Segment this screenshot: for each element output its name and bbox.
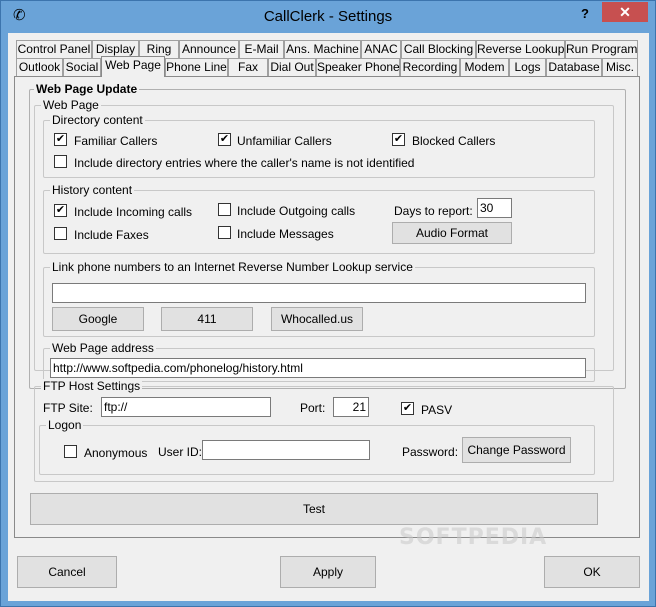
- familiar-callers-checkbox[interactable]: [54, 133, 67, 146]
- unfamiliar-callers-checkbox[interactable]: [218, 133, 231, 146]
- blocked-callers-label: Blocked Callers: [412, 134, 496, 148]
- include-messages-checkbox[interactable]: [218, 226, 231, 239]
- password-label: Password:: [402, 445, 459, 459]
- web-page-address-label: Web Page address: [50, 341, 156, 355]
- directory-content-label: Directory content: [50, 113, 145, 127]
- audio-format-button[interactable]: Audio Format: [392, 222, 512, 244]
- window-title: CallClerk - Settings: [263, 8, 393, 25]
- help-button[interactable]: ?: [576, 5, 594, 23]
- web-page-group: Web Page Directory content Familiar Call…: [34, 98, 614, 382]
- web-page-update-group: Web Page Update Web Page Directory conte…: [29, 82, 626, 525]
- familiar-callers-label: Familiar Callers: [74, 134, 158, 148]
- ftp-port-input[interactable]: 21: [333, 397, 369, 417]
- tab-anac[interactable]: ANAC: [361, 40, 401, 58]
- ftp-host-settings-label: FTP Host Settings: [41, 379, 143, 393]
- tab-dial-out[interactable]: Dial Out: [268, 58, 316, 76]
- tab-outlook[interactable]: Outlook: [16, 58, 63, 76]
- tab-misc[interactable]: Misc.: [602, 58, 638, 76]
- reverse-lookup-group: Link phone numbers to an Internet Revers…: [43, 260, 595, 337]
- include-faxes-checkbox[interactable]: [54, 227, 67, 240]
- directory-content-group: Directory content Familiar Callers Unfam…: [43, 113, 595, 178]
- web-page-panel: Web Page Update Web Page Directory conte…: [14, 76, 640, 550]
- client-area: Control Panel Display Ring Announce E-Ma…: [8, 33, 649, 601]
- anonymous-checkbox[interactable]: [64, 445, 77, 458]
- days-to-report-input[interactable]: 30: [477, 198, 512, 218]
- history-content-label: History content: [50, 183, 135, 197]
- tab-logs[interactable]: Logs: [509, 58, 546, 76]
- days-to-report-label: Days to report:: [394, 204, 473, 218]
- tab-database[interactable]: Database: [546, 58, 602, 76]
- include-faxes-label: Include Faxes: [74, 228, 149, 242]
- blocked-callers-checkbox[interactable]: [392, 133, 405, 146]
- include-unidentified-label: Include directory entries where the call…: [74, 156, 415, 170]
- tab-recording[interactable]: Recording: [400, 58, 460, 76]
- unfamiliar-callers-label: Unfamiliar Callers: [237, 134, 332, 148]
- test-button[interactable]: Test: [30, 493, 598, 525]
- logon-label: Logon: [46, 418, 84, 432]
- ftp-port-label: Port:: [300, 401, 326, 415]
- tab-web-page[interactable]: Web Page: [101, 56, 165, 77]
- 411-button[interactable]: 411: [161, 307, 253, 331]
- settings-window: ✆ CallClerk - Settings ? ✕ Control Panel…: [0, 0, 656, 607]
- include-incoming-label: Include Incoming calls: [74, 205, 193, 219]
- include-outgoing-checkbox[interactable]: [218, 203, 231, 216]
- history-content-group: History content Include Incoming calls I…: [43, 183, 595, 254]
- softpedia-watermark: SOFTPEDIA: [399, 525, 548, 550]
- tab-call-blocking[interactable]: Call Blocking: [401, 40, 476, 58]
- web-page-group-label: Web Page: [41, 98, 101, 112]
- tab-run-program[interactable]: Run Program: [565, 40, 638, 58]
- tab-ans-machine[interactable]: Ans. Machine: [284, 40, 361, 58]
- reverse-lookup-label: Link phone numbers to an Internet Revers…: [50, 260, 415, 274]
- include-outgoing-label: Include Outgoing calls: [237, 204, 356, 218]
- anonymous-label: Anonymous: [84, 446, 148, 460]
- cancel-button[interactable]: Cancel: [17, 556, 117, 588]
- close-icon: ✕: [619, 4, 631, 20]
- reverse-lookup-url-input[interactable]: [52, 283, 586, 303]
- tab-control-panel[interactable]: Control Panel: [16, 40, 92, 58]
- tab-e-mail[interactable]: E-Mail: [239, 40, 284, 58]
- tab-speaker-phone[interactable]: Speaker Phone: [316, 58, 400, 76]
- google-button[interactable]: Google: [52, 307, 144, 331]
- tab-social[interactable]: Social: [63, 58, 101, 76]
- web-page-update-heading: Web Page Update: [34, 82, 140, 96]
- apply-button[interactable]: Apply: [280, 556, 376, 588]
- tab-announce[interactable]: Announce: [179, 40, 239, 58]
- pasv-label: PASV: [421, 403, 453, 417]
- change-password-button[interactable]: Change Password: [462, 437, 571, 463]
- ok-button[interactable]: OK: [544, 556, 640, 588]
- tab-reverse-lookup[interactable]: Reverse Lookup: [476, 40, 565, 58]
- pasv-checkbox[interactable]: [401, 402, 414, 415]
- tab-modem[interactable]: Modem: [460, 58, 509, 76]
- tab-phone-line[interactable]: Phone Line: [165, 58, 228, 76]
- include-unidentified-checkbox[interactable]: [54, 155, 67, 168]
- close-button[interactable]: ✕: [602, 2, 648, 22]
- whocalled-button[interactable]: Whocalled.us: [271, 307, 363, 331]
- include-incoming-checkbox[interactable]: [54, 204, 67, 217]
- logon-group: Logon Anonymous User ID: Password: Chang…: [39, 418, 595, 475]
- ftp-site-input[interactable]: ftp://: [101, 397, 271, 417]
- user-id-input[interactable]: [202, 440, 370, 460]
- ftp-host-settings-group: FTP Host Settings FTP Site: ftp:// Port:…: [34, 379, 614, 482]
- web-page-address-input[interactable]: http://www.softpedia.com/phonelog/histor…: [50, 358, 586, 378]
- web-page-address-group: Web Page address http://www.softpedia.co…: [43, 341, 595, 382]
- include-messages-label: Include Messages: [237, 227, 334, 241]
- tab-fax[interactable]: Fax: [228, 58, 268, 76]
- user-id-label: User ID:: [158, 445, 203, 459]
- ftp-site-label: FTP Site:: [43, 401, 93, 415]
- title-bar: ✆ CallClerk - Settings ? ✕: [1, 1, 655, 33]
